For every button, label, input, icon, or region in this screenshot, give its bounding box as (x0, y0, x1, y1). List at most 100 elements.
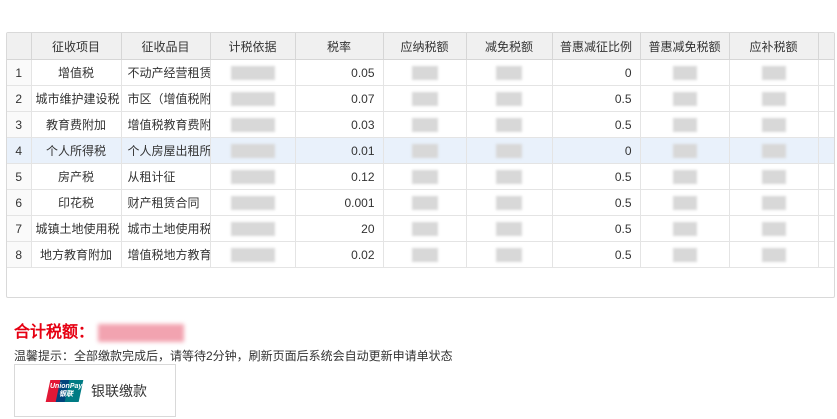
pay-amount-cell (729, 111, 819, 138)
table-header-row: 征收项目 征收品目 计税依据 税率 应纳税额 减免税额 普惠减征比例 普惠减免税… (7, 33, 834, 60)
tax-relief-value (496, 65, 522, 80)
tax-basis-cell (210, 163, 296, 190)
benefit-amount-value (672, 195, 697, 210)
pay-amount-value (761, 247, 786, 262)
row-number-cell: 3 (7, 111, 32, 138)
tax-subitem-cell: 从租计征 (121, 163, 211, 190)
pay-amount-value (761, 169, 786, 184)
tax-due-cell (383, 59, 467, 86)
header-benefit[interactable]: 普惠减免税额 (640, 33, 730, 60)
pay-amount-cell (729, 215, 819, 242)
tax-subitem-cell: 增值税教育费附 (121, 111, 211, 138)
header-ratio[interactable]: 普惠减征比例 (552, 33, 641, 60)
header-due[interactable]: 应纳税额 (383, 33, 467, 60)
tax-basis-cell (210, 189, 296, 216)
header-rate[interactable]: 税率 (295, 33, 384, 60)
row-spacer-cell (818, 59, 834, 86)
tax-detail-grid: 征收项目 征收品目 计税依据 税率 应纳税额 减免税额 普惠减征比例 普惠减免税… (6, 32, 835, 298)
tax-basis-cell (210, 111, 296, 138)
tax-item-cell: 增值税 (31, 59, 122, 86)
pay-amount-value (761, 91, 786, 106)
tax-relief-value (496, 91, 522, 106)
tax-item-cell: 城市维护建设税 (31, 85, 122, 112)
tax-due-value (411, 195, 438, 210)
tax-basis-cell (210, 59, 296, 86)
header-item[interactable]: 征收项目 (31, 33, 122, 60)
row-number-cell: 6 (7, 189, 32, 216)
tax-relief-cell (466, 189, 553, 216)
tax-due-value (411, 169, 438, 184)
table-row[interactable]: 7 城镇土地使用税 城市土地使用税 20 0.5 (7, 215, 834, 242)
table-row[interactable]: 1 增值税 不动产经营租赁 0.05 0 (7, 59, 834, 86)
tax-rate-cell: 0.07 (295, 85, 384, 112)
table-row[interactable]: 6 印花税 财产租赁合同 0.001 0.5 (7, 189, 834, 216)
tax-basis-value (230, 65, 275, 80)
benefit-amount-value (672, 143, 697, 158)
benefit-amount-value (672, 221, 697, 236)
tax-due-value (411, 221, 438, 236)
tax-due-cell (383, 215, 467, 242)
benefit-amount-cell (640, 189, 730, 216)
tax-item-cell: 地方教育附加 (31, 241, 122, 268)
tax-subitem-cell: 个人房屋出租所 (121, 137, 211, 164)
row-spacer-cell (818, 85, 834, 112)
relief-ratio-cell: 0 (552, 137, 641, 164)
header-basis[interactable]: 计税依据 (210, 33, 296, 60)
row-number-cell: 2 (7, 85, 32, 112)
relief-ratio-cell: 0.5 (552, 189, 641, 216)
benefit-amount-cell (640, 163, 730, 190)
tax-basis-cell (210, 85, 296, 112)
tax-due-value (411, 143, 438, 158)
benefit-amount-value (672, 169, 697, 184)
tax-relief-value (496, 247, 522, 262)
tax-subitem-cell: 财产租赁合同 (121, 189, 211, 216)
tax-basis-value (230, 143, 275, 158)
unionpay-pay-label: 银联缴款 (91, 382, 147, 399)
tax-relief-cell (466, 111, 553, 138)
benefit-amount-value (672, 91, 697, 106)
relief-ratio-cell: 0.5 (552, 111, 641, 138)
tax-due-cell (383, 241, 467, 268)
tax-basis-value (230, 91, 275, 106)
row-number-cell: 8 (7, 241, 32, 268)
tax-rate-cell: 0.05 (295, 59, 384, 86)
table-row[interactable]: 4 个人所得税 个人房屋出租所 0.01 0 (7, 137, 834, 164)
header-spacer (818, 33, 834, 60)
tax-due-value (411, 65, 438, 80)
relief-ratio-cell: 0.5 (552, 163, 641, 190)
tax-due-value (411, 91, 438, 106)
tax-relief-value (496, 221, 522, 236)
table-row[interactable]: 5 房产税 从租计征 0.12 0.5 (7, 163, 834, 190)
tax-subitem-cell: 城市土地使用税 (121, 215, 211, 242)
tax-subitem-cell: 不动产经营租赁 (121, 59, 211, 86)
benefit-amount-value (672, 65, 697, 80)
total-tax-row: 合计税额： (14, 318, 185, 342)
benefit-amount-cell (640, 241, 730, 268)
header-pay[interactable]: 应补税额 (729, 33, 819, 60)
table-row[interactable]: 8 地方教育附加 增值税地方教育 0.02 0.5 (7, 241, 834, 268)
header-rownum (7, 33, 32, 60)
tax-relief-cell (466, 85, 553, 112)
tax-basis-cell (210, 137, 296, 164)
tax-relief-value (496, 143, 522, 158)
unionpay-pay-button[interactable]: UnionPay 银联 银联缴款 (14, 364, 176, 417)
header-subitem[interactable]: 征收品目 (121, 33, 211, 60)
pay-amount-value (761, 117, 786, 132)
notice-text: 温馨提示：全部缴款完成后，请等待2分钟，刷新页面后系统会自动更新申请单状态 (14, 349, 453, 363)
tax-subitem-cell: 市区（增值税附 (121, 85, 211, 112)
header-relief[interactable]: 减免税额 (466, 33, 553, 60)
total-tax-value (98, 323, 185, 342)
total-tax-label: 合计税额： (14, 324, 95, 341)
pay-amount-cell (729, 137, 819, 164)
table-row[interactable]: 2 城市维护建设税 市区（增值税附 0.07 0.5 (7, 85, 834, 112)
tax-relief-value (496, 195, 522, 210)
tax-rate-cell: 0.03 (295, 111, 384, 138)
tax-item-cell: 城镇土地使用税 (31, 215, 122, 242)
tax-rate-cell: 0.01 (295, 137, 384, 164)
tax-due-cell (383, 85, 467, 112)
table-row[interactable]: 3 教育费附加 增值税教育费附 0.03 0.5 (7, 111, 834, 138)
tax-relief-value (496, 117, 522, 132)
tax-rate-cell: 0.02 (295, 241, 384, 268)
row-spacer-cell (818, 111, 834, 138)
row-spacer-cell (818, 189, 834, 216)
